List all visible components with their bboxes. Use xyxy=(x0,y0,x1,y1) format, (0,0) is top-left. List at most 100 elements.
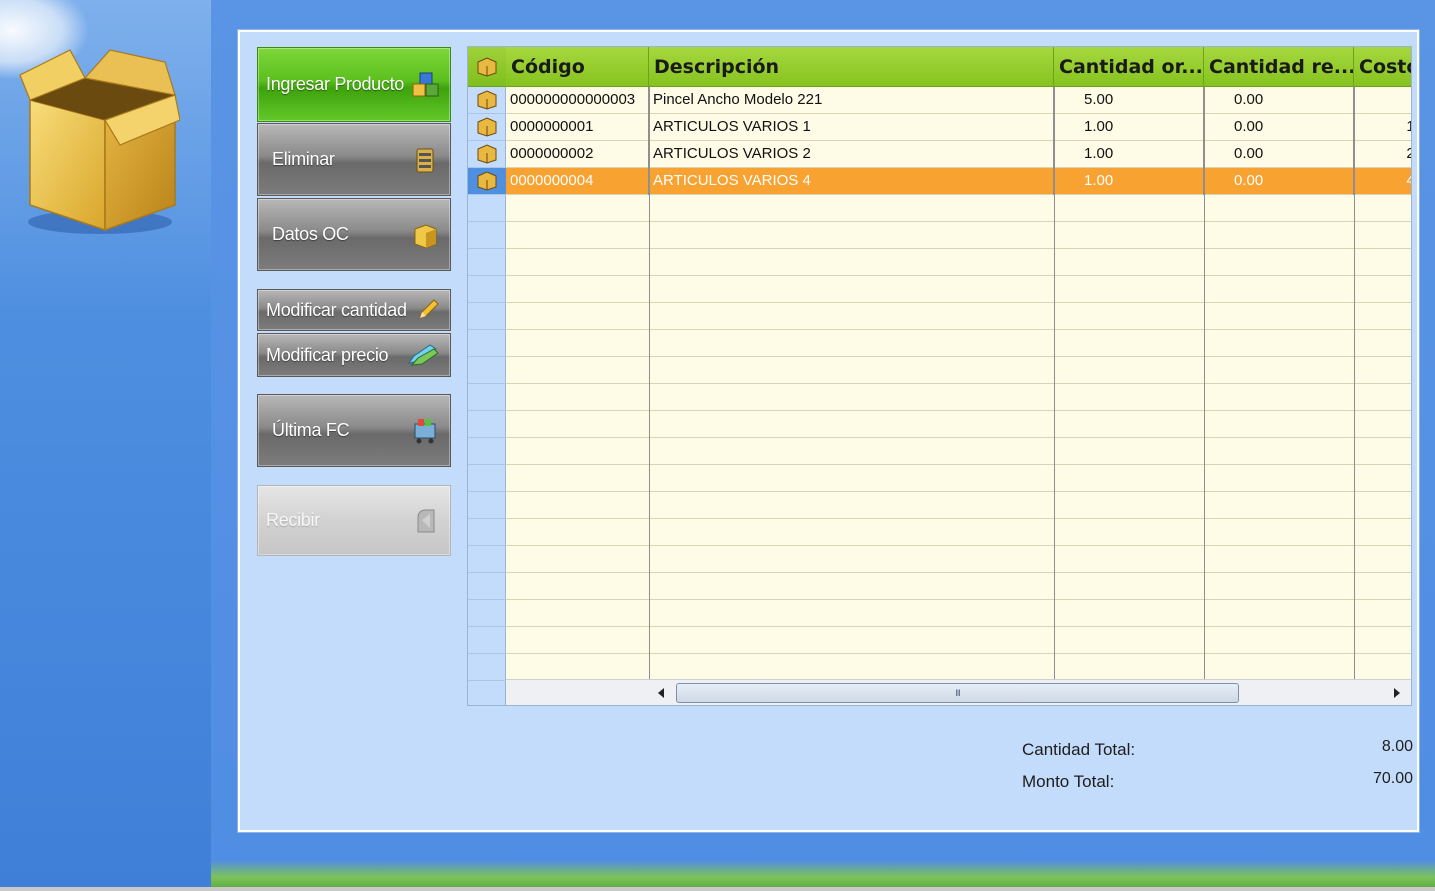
cell-descripcion: ARTICULOS VARIOS 1 xyxy=(649,114,1054,141)
column-header-descripcion[interactable]: Descripción xyxy=(649,47,1054,87)
edit-quantity-icon xyxy=(419,299,439,319)
empty-table-row xyxy=(506,384,1411,411)
datos-oc-button[interactable]: Datos OC xyxy=(257,198,451,271)
scroll-right-arrow-icon[interactable] xyxy=(1388,684,1406,702)
modificar-cantidad-label: Modificar cantidad xyxy=(266,299,407,320)
row-box-icon xyxy=(477,144,497,164)
cell-cantidad-ordenada: 1.00 xyxy=(1054,168,1204,195)
cell-cantidad-ordenada: 1.00 xyxy=(1054,114,1204,141)
row-gutter-empty xyxy=(468,627,506,654)
eliminar-button[interactable]: Eliminar xyxy=(257,123,451,196)
row-gutter-empty xyxy=(468,465,506,492)
ingresar-producto-button[interactable]: Ingresar Producto xyxy=(257,47,451,122)
cell-cantidad-recibida: 0.00 xyxy=(1204,114,1354,141)
eliminar-label: Eliminar xyxy=(272,149,335,169)
modificar-precio-label: Modificar precio xyxy=(266,344,389,365)
empty-table-row xyxy=(506,600,1411,627)
empty-table-row xyxy=(506,546,1411,573)
column-divider xyxy=(649,87,650,679)
modificar-cantidad-button[interactable]: Modificar cantidad xyxy=(257,289,451,331)
empty-table-row xyxy=(506,465,1411,492)
column-header-cantidad-recibida[interactable]: Cantidad re... xyxy=(1204,47,1354,87)
cell-costo: 40 xyxy=(1354,168,1411,195)
header-box-icon xyxy=(468,47,506,87)
row-gutter-empty xyxy=(468,654,506,681)
cell-cantidad-recibida: 0.00 xyxy=(1204,168,1354,195)
left-banner xyxy=(0,0,211,891)
datos-oc-label: Datos OC xyxy=(272,224,349,244)
products-grid[interactable]: Código Descripción Cantidad or... Cantid… xyxy=(467,46,1412,706)
monto-total-value: 70.00 xyxy=(1372,770,1413,787)
cell-cantidad-ordenada: 5.00 xyxy=(1054,87,1204,114)
grid-header-row: Código Descripción Cantidad or... Cantid… xyxy=(506,47,1411,87)
delete-icon xyxy=(416,148,434,172)
row-gutter-empty xyxy=(468,492,506,519)
ultima-fc-label: Última FC xyxy=(272,420,350,440)
row-gutter-1[interactable] xyxy=(468,87,506,114)
cell-cantidad-recibida: 0.00 xyxy=(1204,141,1354,168)
order-data-icon xyxy=(414,223,437,249)
column-divider xyxy=(1204,87,1205,679)
monto-total-label: Monto Total: xyxy=(1022,772,1115,791)
empty-table-row xyxy=(506,654,1411,681)
add-product-icon xyxy=(412,72,439,96)
empty-table-row xyxy=(506,303,1411,330)
edit-price-icon xyxy=(407,344,439,366)
row-gutter-empty xyxy=(468,546,506,573)
scrollbar-grip: III xyxy=(955,688,960,698)
scrollbar-thumb[interactable]: III xyxy=(676,683,1239,703)
table-row[interactable]: 0000000002 ARTICULOS VARIOS 2 1.00 0.00 … xyxy=(506,141,1411,168)
empty-table-row xyxy=(506,330,1411,357)
row-gutter-4[interactable] xyxy=(468,168,506,195)
cell-codigo: 0000000001 xyxy=(506,114,649,141)
recibir-label: Recibir xyxy=(266,510,320,530)
row-gutter-3[interactable] xyxy=(468,141,506,168)
horizontal-scrollbar[interactable]: III xyxy=(506,679,1411,705)
cell-codigo: 000000000000003 xyxy=(506,87,649,114)
column-header-costo[interactable]: Costo xyxy=(1354,47,1411,87)
row-gutter-empty xyxy=(468,411,506,438)
row-gutter-empty xyxy=(468,519,506,546)
recibir-button[interactable]: Recibir xyxy=(257,485,451,556)
scroll-left-arrow-icon[interactable] xyxy=(652,684,670,702)
cell-costo: 20 xyxy=(1354,141,1411,168)
row-box-icon xyxy=(477,171,497,191)
empty-table-row xyxy=(506,195,1411,222)
cell-codigo: 0000000002 xyxy=(506,141,649,168)
ultima-fc-button[interactable]: Última FC xyxy=(257,394,451,467)
row-gutter-empty xyxy=(468,357,506,384)
box-logo-icon xyxy=(19,49,180,234)
empty-table-row xyxy=(506,411,1411,438)
empty-table-row xyxy=(506,573,1411,600)
row-gutter-empty xyxy=(468,384,506,411)
last-invoice-icon xyxy=(414,418,436,443)
cell-costo: 0 xyxy=(1354,87,1411,114)
row-gutter-empty xyxy=(468,600,506,627)
cell-cantidad-recibida: 0.00 xyxy=(1204,87,1354,114)
empty-table-row xyxy=(506,357,1411,384)
column-header-cantidad-ordenada[interactable]: Cantidad or... xyxy=(1054,47,1204,87)
receive-icon xyxy=(417,509,435,532)
empty-table-row xyxy=(506,438,1411,465)
row-gutter-empty xyxy=(468,438,506,465)
empty-table-row xyxy=(506,519,1411,546)
row-gutter-empty xyxy=(468,195,506,222)
empty-table-row xyxy=(506,276,1411,303)
column-header-codigo[interactable]: Código xyxy=(506,47,649,87)
row-gutter-empty xyxy=(468,249,506,276)
table-row[interactable]: 0000000001 ARTICULOS VARIOS 1 1.00 0.00 … xyxy=(506,114,1411,141)
row-gutter-empty xyxy=(468,330,506,357)
empty-table-row xyxy=(506,249,1411,276)
cell-descripcion: Pincel Ancho Modelo 221 xyxy=(649,87,1054,114)
modificar-precio-button[interactable]: Modificar precio xyxy=(257,333,451,377)
table-row-selected[interactable]: 0000000004 ARTICULOS VARIOS 4 1.00 0.00 … xyxy=(506,168,1411,195)
row-gutter-empty xyxy=(468,276,506,303)
empty-table-row xyxy=(506,492,1411,519)
row-gutter-empty xyxy=(468,222,506,249)
row-gutter-2[interactable] xyxy=(468,114,506,141)
cantidad-total-label: Cantidad Total: xyxy=(1022,740,1136,759)
column-divider xyxy=(1054,87,1055,679)
cell-costo: 10 xyxy=(1354,114,1411,141)
table-row[interactable]: 000000000000003 Pincel Ancho Modelo 221 … xyxy=(506,87,1411,114)
row-box-icon xyxy=(477,56,497,77)
